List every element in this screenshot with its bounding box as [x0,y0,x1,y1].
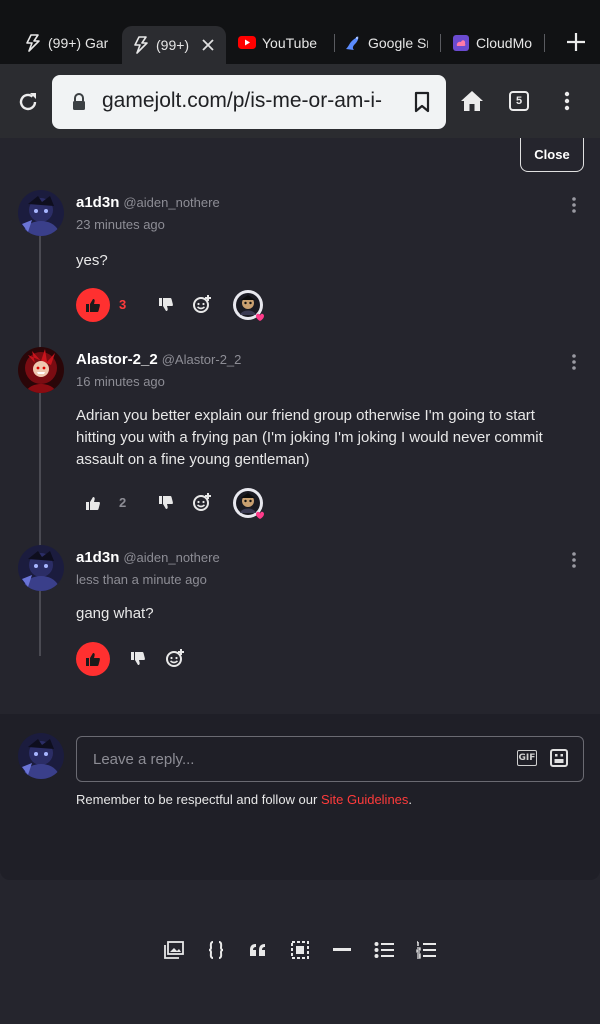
reply-panel: GIF Remember to be respectful and follow… [0,714,600,880]
tab-separator [440,34,441,52]
thumbs-down-icon [159,298,173,311]
comment-thread-modal: Close a1d3n @aiden_nothere 23 minutes ago… [0,138,600,1024]
numbered-list-icon[interactable] [414,938,438,962]
username[interactable]: Alastor-2_2 [76,351,158,368]
like-button[interactable] [76,288,110,322]
comment-options-icon[interactable] [568,551,580,569]
thumbs-up-icon [86,299,100,312]
comment-timestamp[interactable]: less than a minute ago [76,572,207,587]
gif-button[interactable]: GIF [517,750,537,766]
tab-title: (99+) Gar [48,35,109,51]
new-tab-plus-icon[interactable] [564,30,588,54]
user-handle[interactable]: @Alastor-2_2 [162,352,242,367]
like-button[interactable] [76,486,110,520]
guidelines-text: Remember to be respectful and follow our [76,792,321,807]
browser-menu-icon[interactable] [563,91,571,111]
dislike-button[interactable] [156,295,176,315]
bookmark-icon[interactable] [414,91,430,113]
spoiler-icon[interactable] [288,938,312,962]
youtube-icon [238,34,256,52]
tab-count: 5 [515,95,523,107]
site-guidelines-link[interactable]: Site Guidelines [321,792,408,807]
comment-timestamp[interactable]: 16 minutes ago [76,374,165,389]
avatar[interactable] [18,347,64,393]
username[interactable]: a1d3n [76,549,119,566]
tab-google-scholar[interactable]: Google Sr [344,26,428,60]
add-reaction-icon[interactable] [192,294,212,314]
thread-line [39,236,41,656]
comment-options-icon[interactable] [568,353,580,371]
avatar[interactable] [18,190,64,236]
bullet-list-icon[interactable] [372,938,396,962]
lock-icon[interactable] [72,93,86,111]
image-icon[interactable] [162,938,186,962]
comment-author[interactable]: a1d3n @aiden_nothere [76,549,220,566]
close-tab-icon[interactable] [200,37,216,53]
editor-toolbar [160,938,450,962]
comment-timestamp[interactable]: 23 minutes ago [76,217,165,232]
cloudmoon-icon [452,34,470,52]
tab-cloudmoon[interactable]: CloudMo [452,26,536,60]
tab-switcher-button[interactable]: 5 [509,91,529,111]
add-reaction-icon[interactable] [192,492,212,512]
url-text[interactable]: gamejolt.com/p/is-me-or-am-i- [102,89,398,113]
like-count[interactable]: 3 [119,297,126,312]
browser-tab-bar: (99+) Gar (99+) YouTube Google Sr CloudM… [0,0,600,64]
close-button[interactable]: Close [520,138,584,172]
tab-separator [544,34,545,52]
browser-toolbar: gamejolt.com/p/is-me-or-am-i- 5 [0,64,600,138]
tab-title: CloudMo [476,35,533,51]
code-icon[interactable] [204,938,228,962]
add-reaction-icon[interactable] [165,648,185,668]
comment-author[interactable]: Alastor-2_2 @Alastor-2_2 [76,351,241,368]
comment-body: Adrian you better explain our friend gro… [76,407,543,468]
thumbs-down-icon [159,496,173,509]
comment-author[interactable]: a1d3n @aiden_nothere [76,194,220,211]
comment-body: gang what? [76,605,154,622]
avatar[interactable] [18,733,64,779]
fireside-reaction-avatar[interactable] [232,289,266,323]
google-scholar-icon [344,34,362,52]
thumbs-up-icon [86,497,100,510]
like-count[interactable]: 2 [119,495,126,510]
divider-icon[interactable] [330,938,354,962]
dislike-button[interactable] [128,649,148,669]
username[interactable]: a1d3n [76,194,119,211]
tab-separator [334,34,335,52]
gamejolt-bolt-icon [24,34,42,52]
avatar[interactable] [18,545,64,591]
tab-youtube[interactable]: YouTube [238,26,328,60]
fireside-reaction-avatar[interactable] [232,487,266,521]
tab-title: (99+) [156,37,190,53]
user-handle[interactable]: @aiden_nothere [123,195,219,210]
gamejolt-bolt-icon [132,36,150,54]
home-icon[interactable] [460,90,484,112]
comment-body: yes? [76,252,108,269]
user-handle[interactable]: @aiden_nothere [123,550,219,565]
thumbs-up-icon [86,653,100,666]
reload-icon[interactable] [16,90,40,114]
tab-title: YouTube [262,35,318,51]
tab-title: Google Sr [368,35,428,51]
thumbs-down-icon [131,652,145,665]
reply-input[interactable] [76,736,584,782]
guidelines-notice: Remember to be respectful and follow our… [76,792,412,807]
comment-options-icon[interactable] [568,196,580,214]
like-button[interactable] [76,642,110,676]
sticker-icon[interactable] [550,749,568,767]
guidelines-period: . [408,792,413,807]
address-bar[interactable]: gamejolt.com/p/is-me-or-am-i- [52,75,446,129]
tab-gamejolt-active[interactable]: (99+) [122,26,226,64]
quote-icon[interactable] [246,938,270,962]
tab-gamejolt-1[interactable]: (99+) Gar [24,26,110,60]
dislike-button[interactable] [156,493,176,513]
